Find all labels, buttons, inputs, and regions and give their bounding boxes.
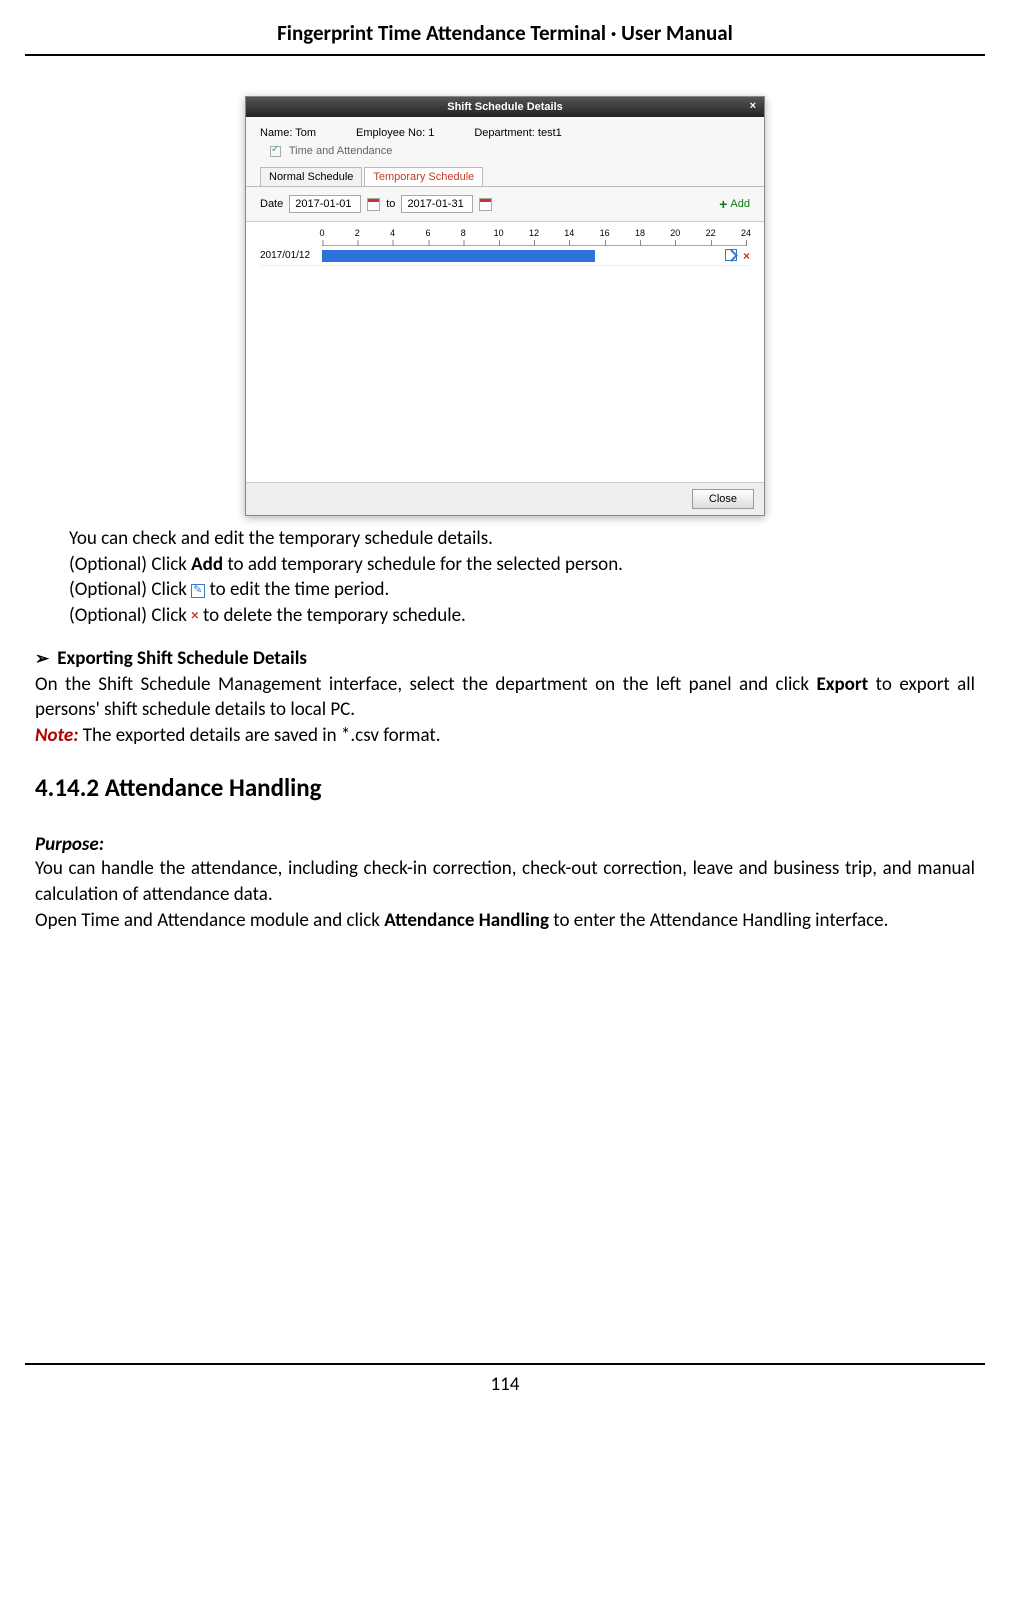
checkbox-time-attendance[interactable] <box>270 146 281 157</box>
ruler-tick: 22 <box>706 228 716 238</box>
ruler-tick: 24 <box>741 228 751 238</box>
screenshot-container: Shift Schedule Details × Name: Tom Emplo… <box>25 96 985 516</box>
ruler-tick: 0 <box>319 228 324 238</box>
tab-normal-schedule[interactable]: Normal Schedule <box>260 167 362 186</box>
schedule-row: 2017/01/12 × <box>260 246 750 266</box>
ruler-tick: 18 <box>635 228 645 238</box>
dialog-info-row: Name: Tom Employee No: 1 Department: tes… <box>246 117 764 145</box>
ruler-tick: 6 <box>425 228 430 238</box>
date-from-input[interactable]: 2017-01-01 <box>289 195 361 213</box>
schedule-row-actions: × <box>712 249 750 263</box>
edit-icon[interactable] <box>725 249 737 261</box>
ruler-tick: 2 <box>355 228 360 238</box>
ruler-tick: 20 <box>670 228 680 238</box>
instruction-line: (Optional) Click to edit the time period… <box>69 577 941 603</box>
tab-temporary-schedule[interactable]: Temporary Schedule <box>364 167 483 186</box>
schedule-row-date: 2017/01/12 <box>260 250 322 261</box>
department-label: Department: test1 <box>474 127 561 139</box>
note-line: Note: The exported details are saved in … <box>35 723 975 749</box>
ruler-tick: 16 <box>600 228 610 238</box>
ruler-tick: 12 <box>529 228 539 238</box>
time-ruler: 0 2 4 6 8 10 12 14 16 18 20 22 24 <box>322 222 746 246</box>
name-label: Name: Tom <box>260 127 316 139</box>
checkbox-label: Time and Attendance <box>289 145 393 157</box>
date-label: Date <box>260 198 283 210</box>
ruler-tick: 8 <box>461 228 466 238</box>
plus-icon: + <box>719 196 727 212</box>
dialog-titlebar: Shift Schedule Details × <box>246 97 764 117</box>
subsection-heading: ➢ Exporting Shift Schedule Details <box>35 647 985 670</box>
page-number: 114 <box>25 1363 985 1396</box>
dialog-title-text: Shift Schedule Details <box>447 101 563 113</box>
purpose-paragraph-1: You can handle the attendance, including… <box>35 856 975 907</box>
ruler-tick: 4 <box>390 228 395 238</box>
delete-icon: × <box>191 606 198 626</box>
dialog-tabs: Normal Schedule Temporary Schedule <box>246 167 764 187</box>
purpose-paragraph-2: Open Time and Attendance module and clic… <box>35 908 975 934</box>
schedule-grid: 0 2 4 6 8 10 12 14 16 18 20 22 24 2017/0… <box>246 222 764 482</box>
calendar-icon[interactable] <box>479 198 492 211</box>
instruction-line: You can check and edit the temporary sch… <box>69 526 941 552</box>
subsection-heading-text: Exporting Shift Schedule Details <box>57 647 307 670</box>
instruction-line: (Optional) Click × to delete the tempora… <box>69 603 941 629</box>
instruction-block: You can check and edit the temporary sch… <box>69 526 941 629</box>
dialog-shift-schedule-details: Shift Schedule Details × Name: Tom Emplo… <box>245 96 765 516</box>
dialog-footer: Close <box>246 482 764 515</box>
checkbox-row: Time and Attendance <box>246 145 764 167</box>
date-filter-row: Date 2017-01-01 to 2017-01-31 + Add <box>246 187 764 222</box>
date-to-input[interactable]: 2017-01-31 <box>401 195 473 213</box>
delete-icon[interactable]: × <box>743 249 750 263</box>
add-button-label: Add <box>730 198 750 210</box>
close-icon[interactable]: × <box>750 100 756 112</box>
note-label: Note: <box>35 724 78 747</box>
instruction-line: (Optional) Click Add to add temporary sc… <box>69 552 941 578</box>
arrow-right-icon: ➢ <box>35 648 49 669</box>
schedule-bar-track <box>322 248 712 264</box>
edit-icon <box>191 584 205 598</box>
ruler-tick: 10 <box>494 228 504 238</box>
ruler-tick: 14 <box>564 228 574 238</box>
date-to-label: to <box>386 198 395 210</box>
close-button[interactable]: Close <box>692 489 754 509</box>
calendar-icon[interactable] <box>367 198 380 211</box>
section-heading: 4.14.2 Attendance Handling <box>35 772 975 803</box>
export-paragraph: On the Shift Schedule Management interfa… <box>35 672 975 723</box>
schedule-bar[interactable] <box>322 250 595 262</box>
add-button[interactable]: + Add <box>719 196 750 212</box>
purpose-label: Purpose: <box>35 833 975 856</box>
employee-label: Employee No: 1 <box>356 127 434 139</box>
page-header: Fingerprint Time Attendance Terminal · U… <box>25 20 985 56</box>
